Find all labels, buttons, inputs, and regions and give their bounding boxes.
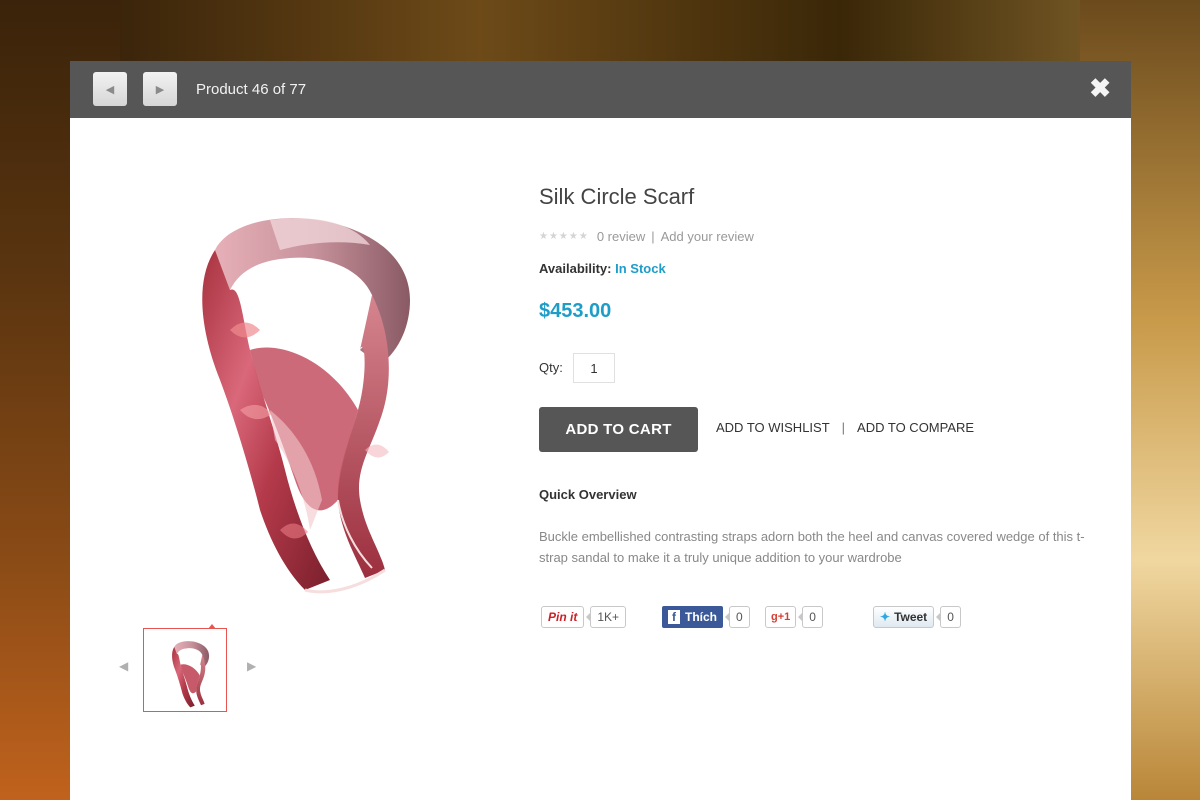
gplus-count: 0 — [798, 606, 823, 628]
scarf-image — [202, 218, 410, 594]
add-review-link[interactable]: Add your review — [661, 229, 754, 244]
close-button[interactable]: ✖ — [1089, 75, 1111, 101]
facebook-count: 0 — [725, 606, 750, 628]
modal-topbar: ◀ ▶ Product 46 of 77 ✖ — [70, 61, 1131, 118]
gplus-button[interactable]: g +1 — [765, 606, 797, 628]
availability-label: Availability: — [539, 261, 612, 276]
tweet-label: Tweet — [894, 610, 928, 624]
close-icon: ✖ — [1089, 73, 1111, 103]
thumb-prev-icon[interactable]: ◀ — [119, 659, 128, 673]
background-top — [0, 0, 1200, 70]
rating-row: ★★★★★ 0 review | Add your review — [539, 229, 754, 244]
overview-heading: Quick Overview — [539, 487, 637, 502]
facebook-icon: f — [668, 610, 680, 624]
twitter-bird-icon: ✦ — [880, 610, 891, 624]
thumbnail-image — [172, 641, 210, 708]
actions-separator: | — [841, 420, 846, 435]
twitter-widget: ✦ Tweet 0 — [873, 605, 961, 629]
availability-status: In Stock — [615, 261, 666, 276]
pinterest-widget: Pin it 1K+ — [541, 605, 627, 629]
facebook-widget: f Thích 0 — [662, 605, 750, 629]
add-to-wishlist-link[interactable]: ADD TO WISHLIST — [716, 420, 830, 435]
chevron-left-icon: ◀ — [105, 83, 115, 96]
thumbnail-1[interactable] — [143, 624, 227, 712]
tweet-button[interactable]: ✦ Tweet — [873, 606, 935, 628]
product-price: $453.00 — [539, 300, 612, 322]
thumb-active-pointer — [208, 624, 216, 629]
overview-text: Buckle embellished contrasting straps ad… — [539, 529, 1085, 565]
add-to-compare-link[interactable]: ADD TO COMPARE — [857, 420, 974, 435]
pinit-button[interactable]: Pin it — [541, 606, 585, 628]
gplus-widget: g +1 0 — [765, 605, 823, 629]
gplus-label: +1 — [777, 611, 791, 623]
facebook-like-button[interactable]: f Thích — [662, 606, 723, 628]
product-image[interactable] — [110, 150, 440, 610]
pinit-count: 1K+ — [586, 606, 627, 628]
rating-separator: | — [651, 229, 655, 244]
rating-stars-icon: ★★★★★ — [539, 231, 589, 242]
qty-input[interactable] — [573, 353, 615, 383]
availability: Availability: In Stock — [539, 261, 666, 276]
secondary-actions: ADD TO WISHLIST | ADD TO COMPARE — [716, 420, 974, 435]
chevron-right-icon: ▶ — [155, 83, 165, 96]
thumb-next-icon[interactable]: ▶ — [247, 659, 256, 673]
qty-label: Qty: — [539, 360, 563, 375]
facebook-like-label: Thích — [685, 610, 717, 624]
product-title: Silk Circle Scarf — [539, 184, 695, 209]
next-product-button[interactable]: ▶ — [143, 72, 177, 106]
product-counter: Product 46 of 77 — [196, 81, 307, 98]
prev-product-button[interactable]: ◀ — [93, 72, 127, 106]
add-to-cart-button[interactable]: ADD TO CART — [539, 407, 698, 452]
gplus-icon: g — [771, 611, 778, 623]
tweet-count: 0 — [936, 606, 961, 628]
thumbnail-carousel: ◀ ▶ — [115, 624, 265, 712]
review-count-link[interactable]: 0 review — [597, 229, 645, 244]
